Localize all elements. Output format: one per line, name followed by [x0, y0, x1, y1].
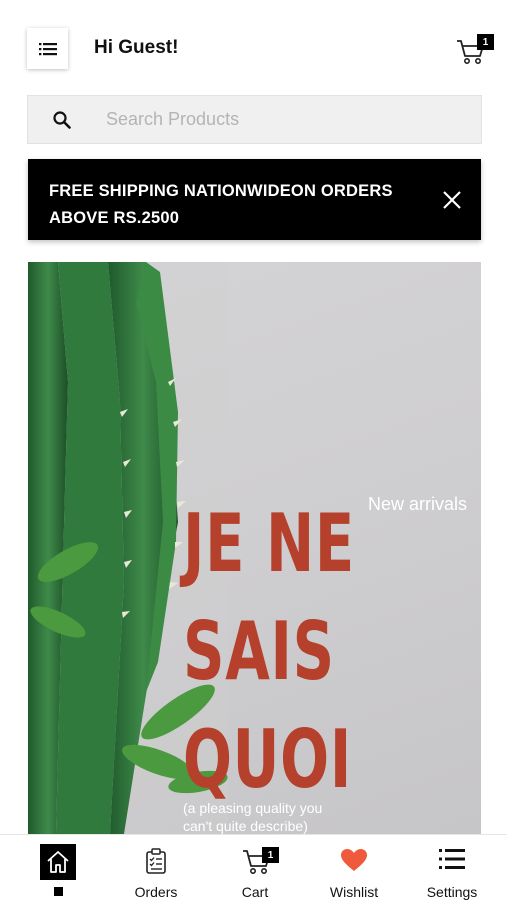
tab-settings-label: Settings	[426, 884, 478, 900]
shipping-banner-text: FREE SHIPPING NATIONWIDEON ORDERS ABOVE …	[49, 182, 393, 227]
tab-orders[interactable]: Orders	[126, 835, 186, 900]
cart-tab-badge: 1	[262, 847, 279, 863]
active-tab-indicator	[53, 887, 63, 896]
tab-settings[interactable]: Settings	[420, 835, 484, 900]
heart-icon	[341, 849, 367, 871]
new-arrivals-tag: New arrivals	[368, 494, 468, 514]
tab-home[interactable]	[36, 835, 80, 900]
app-header: Hi Guest! 1	[0, 0, 507, 96]
hero-title-line: SAIS	[183, 605, 335, 698]
greeting-text: Hi Guest!	[94, 37, 179, 58]
hero-subtitle: (a pleasing quality you can't quite desc…	[183, 800, 323, 834]
clipboard-icon	[146, 848, 166, 874]
list-menu-icon	[439, 849, 465, 869]
tab-wishlist-label: Wishlist	[329, 884, 379, 900]
search-bar	[27, 95, 482, 144]
cart-count-badge: 1	[477, 34, 494, 50]
list-menu-icon	[38, 42, 57, 55]
hero-title: JE NE SAIS QUOI	[183, 490, 355, 814]
tab-cart-label: Cart	[241, 884, 269, 900]
home-tab-highlight	[40, 844, 76, 880]
tab-orders-label: Orders	[134, 884, 178, 900]
header-cart-button[interactable]: 1	[456, 34, 496, 64]
hero-promo-banner[interactable]: JE NE SAIS QUOI New arrivals (a pleasing…	[28, 262, 481, 834]
shipping-banner: FREE SHIPPING NATIONWIDEON ORDERS ABOVE …	[28, 159, 481, 240]
hero-title-line: JE NE	[183, 497, 355, 590]
hero-title-line: QUOI	[183, 713, 353, 806]
search-input[interactable]	[106, 109, 446, 130]
bottom-tab-bar: Orders 1 Cart Wishlist Settings	[0, 834, 507, 900]
tab-wishlist[interactable]: Wishlist	[322, 835, 386, 900]
tab-cart[interactable]: 1 Cart	[225, 835, 285, 900]
home-icon	[47, 851, 69, 873]
search-icon[interactable]	[52, 110, 72, 130]
close-icon[interactable]	[438, 186, 466, 214]
menu-button[interactable]	[27, 28, 68, 69]
